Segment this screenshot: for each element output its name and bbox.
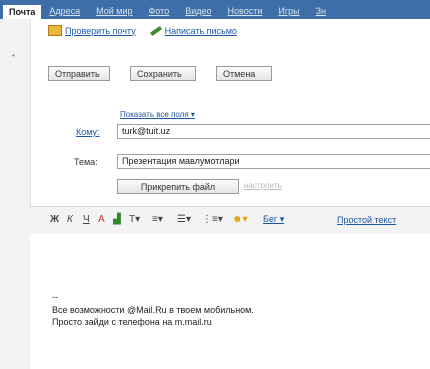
subject-label: Тема: bbox=[74, 157, 98, 167]
subject-field[interactable]: Презентация мавлумотлари bbox=[117, 154, 430, 169]
attach-settings-link[interactable]: настроить bbox=[244, 181, 282, 190]
list-icon[interactable]: ☰▾ bbox=[177, 214, 191, 225]
signature-line-1: Все возможности @Mail.Ru в твоем мобильн… bbox=[52, 305, 254, 315]
font-size-icon[interactable]: T▾ bbox=[129, 214, 140, 225]
text-color-icon[interactable]: A bbox=[98, 214, 105, 225]
sidebar-marker: • bbox=[12, 51, 15, 60]
send-button[interactable]: Отправить bbox=[48, 66, 110, 81]
write-letter-link[interactable]: Написать письмо bbox=[149, 25, 237, 36]
editor-toolbar: Ж К Ч A ▟ T▾ ≡▾ ☰▾ ⋮≡▾ ☻▾ Бег ▾ Простой … bbox=[30, 206, 430, 235]
message-body-editor[interactable] bbox=[30, 234, 430, 369]
tab-addresses[interactable]: Адреса bbox=[41, 3, 88, 19]
smiley-icon[interactable]: ☻▾ bbox=[232, 214, 248, 225]
save-button[interactable]: Сохранить bbox=[130, 66, 196, 81]
pencil-icon bbox=[149, 25, 162, 36]
numbered-list-icon[interactable]: ⋮≡▾ bbox=[202, 214, 223, 225]
tab-mail[interactable]: Почта bbox=[3, 5, 42, 19]
tab-video[interactable]: Видео bbox=[177, 3, 219, 19]
attach-file-button[interactable]: Прикрепить файл bbox=[117, 179, 239, 194]
signature-dash: -- bbox=[52, 292, 58, 302]
check-mail-label[interactable]: Проверить почту bbox=[65, 26, 136, 36]
align-icon[interactable]: ≡▾ bbox=[152, 214, 163, 225]
tab-games[interactable]: Игры bbox=[270, 3, 307, 19]
envelope-icon bbox=[48, 25, 62, 36]
cancel-button[interactable]: Отмена bbox=[216, 66, 272, 81]
italic-icon[interactable]: К bbox=[67, 214, 73, 225]
signature-line-2: Просто зайди с телефона на m.mail.ru bbox=[52, 317, 212, 327]
mail-sublinks: Проверить почту Написать письмо bbox=[48, 25, 237, 36]
top-tab-bar: Почта Адреса Мой мир Фото Видео Новости … bbox=[0, 0, 430, 19]
tab-my-world[interactable]: Мой мир bbox=[88, 3, 140, 19]
tab-news[interactable]: Новости bbox=[220, 3, 271, 19]
tab-more[interactable]: Зн bbox=[308, 3, 334, 19]
check-mail-link[interactable]: Проверить почту bbox=[48, 25, 136, 36]
bold-icon[interactable]: Ж bbox=[50, 214, 59, 225]
highlight-icon[interactable]: ▟ bbox=[113, 214, 121, 225]
underline-icon[interactable]: Ч bbox=[83, 214, 90, 225]
font-select[interactable]: Бег ▾ bbox=[263, 214, 284, 225]
to-label[interactable]: Кому: bbox=[76, 127, 100, 137]
left-sidebar: • bbox=[0, 19, 31, 369]
to-field[interactable]: turk@tuit.uz bbox=[117, 124, 430, 139]
plain-text-link[interactable]: Простой текст bbox=[337, 215, 396, 225]
show-all-fields-link[interactable]: Показать все поля ▾ bbox=[120, 110, 195, 119]
tab-photo[interactable]: Фото bbox=[141, 3, 178, 19]
write-letter-label[interactable]: Написать письмо bbox=[165, 26, 237, 36]
